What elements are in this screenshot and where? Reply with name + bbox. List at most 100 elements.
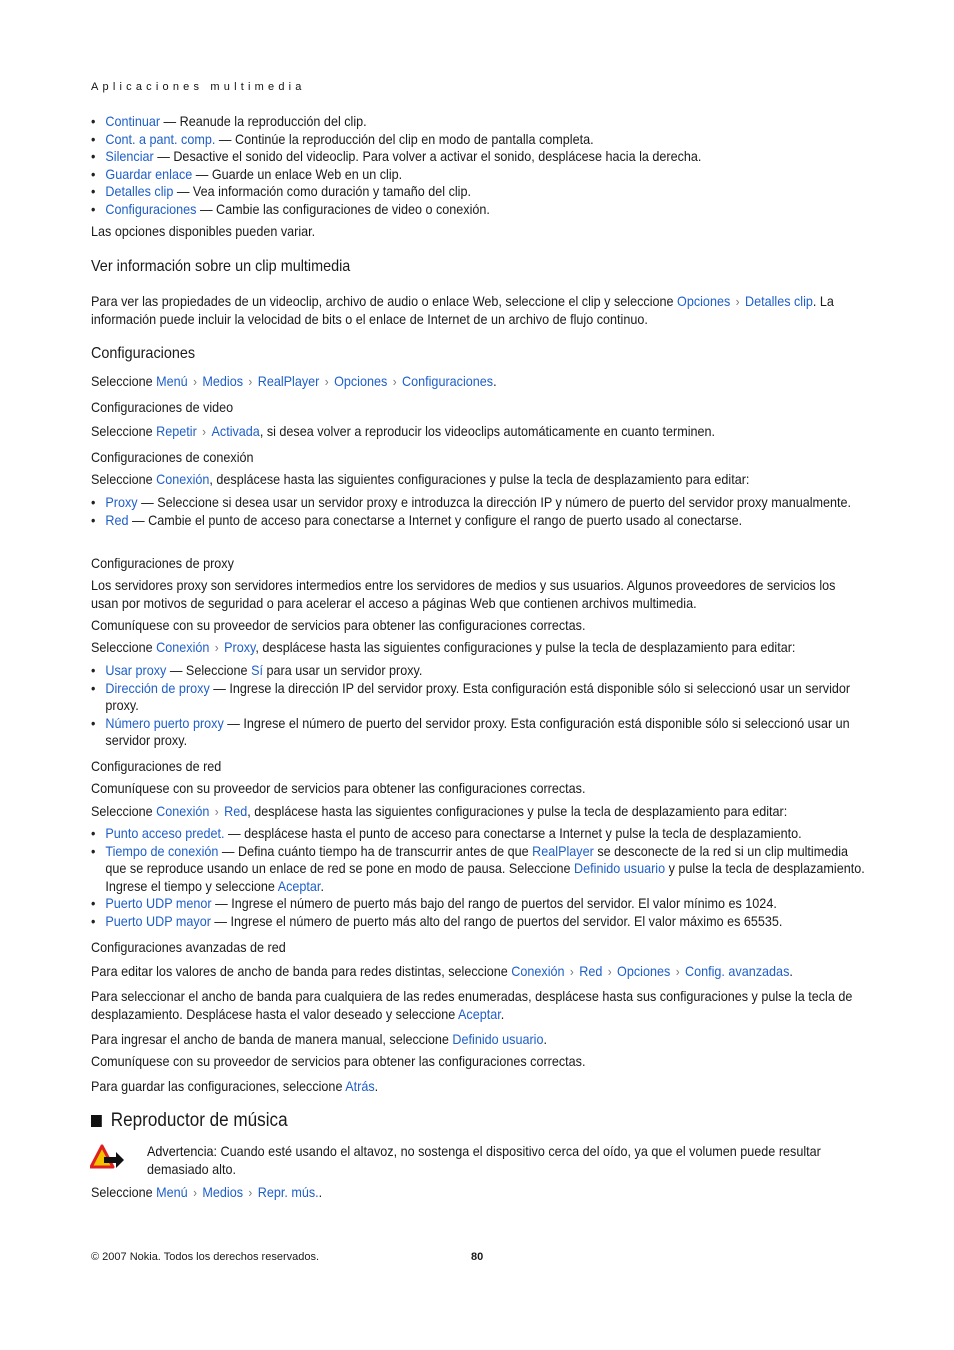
link-repr-mus[interactable]: Repr. mús. (258, 1184, 319, 1200)
network-list: Punto acceso predet. — desplácese hasta … (91, 825, 866, 930)
link-medios[interactable]: Medios (202, 373, 243, 389)
link-direccion-proxy[interactable]: Dirección de proxy (105, 680, 209, 696)
warning-icon (90, 1144, 124, 1169)
running-header: Aplicaciones multimedia (91, 81, 306, 93)
section-heading-music: Reproductor de música (91, 1111, 866, 1130)
link-opciones[interactable]: Opciones (677, 293, 730, 309)
link-config-avanzadas[interactable]: Config. avanzadas (685, 963, 789, 979)
option-link-fullscreen[interactable]: Cont. a pant. comp. (105, 131, 215, 147)
link-realplayer[interactable]: RealPlayer (532, 843, 594, 859)
list-item: Configuraciones — Cambie las configuraci… (91, 201, 866, 219)
link-red[interactable]: Red (105, 512, 128, 528)
advanced-paragraph-2: Para seleccionar el ancho de banda para … (91, 988, 853, 1022)
chevron-right-icon: › (569, 964, 574, 979)
option-link-continuar[interactable]: Continuar (105, 113, 160, 129)
option-link-silenciar[interactable]: Silenciar (105, 148, 153, 164)
link-detalles-clip[interactable]: Detalles clip (745, 293, 813, 309)
options-list: Continuar — Reanude la reproducción del … (91, 113, 866, 218)
warning-paragraph: Advertencia: Cuando esté usando el altav… (147, 1143, 821, 1177)
chevron-right-icon: › (193, 1185, 197, 1200)
list-item: Silenciar — Desactive el sonido del vide… (91, 148, 866, 166)
link-configuraciones[interactable]: Configuraciones (402, 373, 493, 389)
link-menu[interactable]: Menú (156, 373, 188, 389)
option-link-configuraciones[interactable]: Configuraciones (105, 201, 196, 217)
proxy-list: Usar proxy — Seleccione Sí para usar un … (91, 662, 866, 750)
link-opciones[interactable]: Opciones (617, 963, 670, 979)
chevron-right-icon: › (248, 374, 253, 389)
list-item: Guardar enlace — Guarde un enlace Web en… (91, 166, 866, 184)
subheading-proxy: Configuraciones de proxy (91, 555, 234, 571)
chevron-right-icon: › (214, 640, 219, 655)
list-item: Punto acceso predet. — desplácese hasta … (91, 825, 866, 843)
subheading-network: Configuraciones de red (91, 758, 222, 774)
link-medios[interactable]: Medios (202, 1184, 243, 1200)
advanced-paragraph-1: Para editar los valores de ancho de band… (91, 963, 793, 979)
link-punto-acceso[interactable]: Punto acceso predet. (105, 825, 224, 841)
link-definido-usuario[interactable]: Definido usuario (574, 860, 665, 876)
chevron-right-icon: › (248, 1185, 253, 1200)
link-menu[interactable]: Menú (156, 1184, 188, 1200)
network-path: Seleccione Conexión › Red, desplácese hast… (91, 803, 788, 819)
link-aceptar[interactable]: Aceptar (458, 1006, 501, 1022)
music-path: Seleccione Menú › Medios › Repr. mús.. (91, 1184, 323, 1200)
option-link-detalles-clip[interactable]: Detalles clip (105, 183, 173, 199)
advanced-paragraph-3: Para ingresar el ancho de banda de maner… (91, 1031, 547, 1047)
link-proxy[interactable]: Proxy (105, 494, 137, 510)
chevron-right-icon: › (214, 804, 219, 819)
link-si[interactable]: Sí (251, 662, 263, 678)
section-heading-settings: Configuraciones (91, 345, 196, 362)
video-paragraph: Seleccione Repetir › Activada, si desea vo… (91, 423, 716, 439)
list-item: Tiempo de conexión — Defina cuánto tiemp… (91, 843, 866, 896)
list-item: Dirección de proxy — Ingrese la direcció… (91, 680, 866, 715)
link-conexion[interactable]: Conexión (156, 803, 209, 819)
chevron-right-icon: › (324, 374, 329, 389)
list-item: Número puerto proxy — Ingrese el número … (91, 715, 866, 750)
link-atras[interactable]: Atrás (345, 1078, 374, 1094)
link-puerto-udp-mayor[interactable]: Puerto UDP mayor (105, 913, 211, 929)
chevron-right-icon: › (675, 964, 680, 979)
chevron-right-icon: › (193, 374, 197, 389)
list-item: Proxy — Seleccione si desea usar un serv… (91, 494, 866, 512)
link-realplayer[interactable]: RealPlayer (258, 373, 320, 389)
link-aceptar[interactable]: Aceptar (278, 878, 321, 894)
copyright: © 2007 Nokia. Todos los derechos reserva… (91, 1251, 320, 1263)
list-item: Red — Cambie el punto de acceso para con… (91, 512, 866, 530)
link-red[interactable]: Red (224, 803, 247, 819)
connection-paragraph: Seleccione Conexión, desplácese hasta la… (91, 471, 750, 487)
subheading-advanced: Configuraciones avanzadas de red (91, 939, 286, 955)
link-definido-usuario[interactable]: Definido usuario (452, 1031, 543, 1047)
list-item: Usar proxy — Seleccione Sí para usar un … (91, 662, 866, 680)
list-item: Cont. a pant. comp. — Continúe la reprod… (91, 131, 866, 149)
proxy-path: Seleccione Conexión › Proxy, desplácese ha… (91, 639, 796, 655)
link-puerto-udp-menor[interactable]: Puerto UDP menor (105, 895, 211, 911)
link-usar-proxy[interactable]: Usar proxy (105, 662, 166, 678)
info-paragraph: Para ver las propiedades de un videoclip… (91, 293, 834, 327)
link-conexion[interactable]: Conexión (511, 963, 564, 979)
advanced-paragraph-4: Comuníquese con su proveedor de servicio… (91, 1053, 586, 1069)
subheading-video: Configuraciones de video (91, 399, 234, 415)
link-repetir[interactable]: Repetir (156, 423, 197, 439)
option-link-guardar-enlace[interactable]: Guardar enlace (105, 166, 192, 182)
section-heading-info: Ver información sobre un clip multimedia (91, 258, 351, 275)
advanced-paragraph-5: Para guardar las configuraciones, selecc… (91, 1078, 379, 1094)
link-tiempo-conexion[interactable]: Tiempo de conexión (105, 843, 218, 859)
link-proxy[interactable]: Proxy (224, 639, 255, 655)
subheading-connection: Configuraciones de conexión (91, 449, 254, 465)
chevron-right-icon: › (392, 374, 397, 389)
chevron-right-icon: › (735, 294, 740, 309)
network-paragraph: Comuníquese con su proveedor de servicio… (91, 780, 586, 796)
proxy-paragraph-1: Los servidores proxy son servidores inte… (91, 577, 836, 611)
section-square-icon (91, 1114, 102, 1127)
chevron-right-icon: › (607, 964, 612, 979)
link-conexion[interactable]: Conexión (156, 639, 209, 655)
options-note: Las opciones disponibles pueden variar. (91, 223, 316, 239)
connection-list: Proxy — Seleccione si desea usar un serv… (91, 494, 866, 529)
link-opciones[interactable]: Opciones (334, 373, 387, 389)
list-item: Puerto UDP menor — Ingrese el número de … (91, 895, 866, 913)
page-number: 80 (471, 1251, 484, 1263)
list-item: Continuar — Reanude la reproducción del … (91, 113, 866, 131)
link-red[interactable]: Red (579, 963, 602, 979)
link-activada[interactable]: Activada (211, 423, 259, 439)
link-conexion[interactable]: Conexión (156, 471, 209, 487)
link-numero-puerto-proxy[interactable]: Número puerto proxy (105, 715, 223, 731)
